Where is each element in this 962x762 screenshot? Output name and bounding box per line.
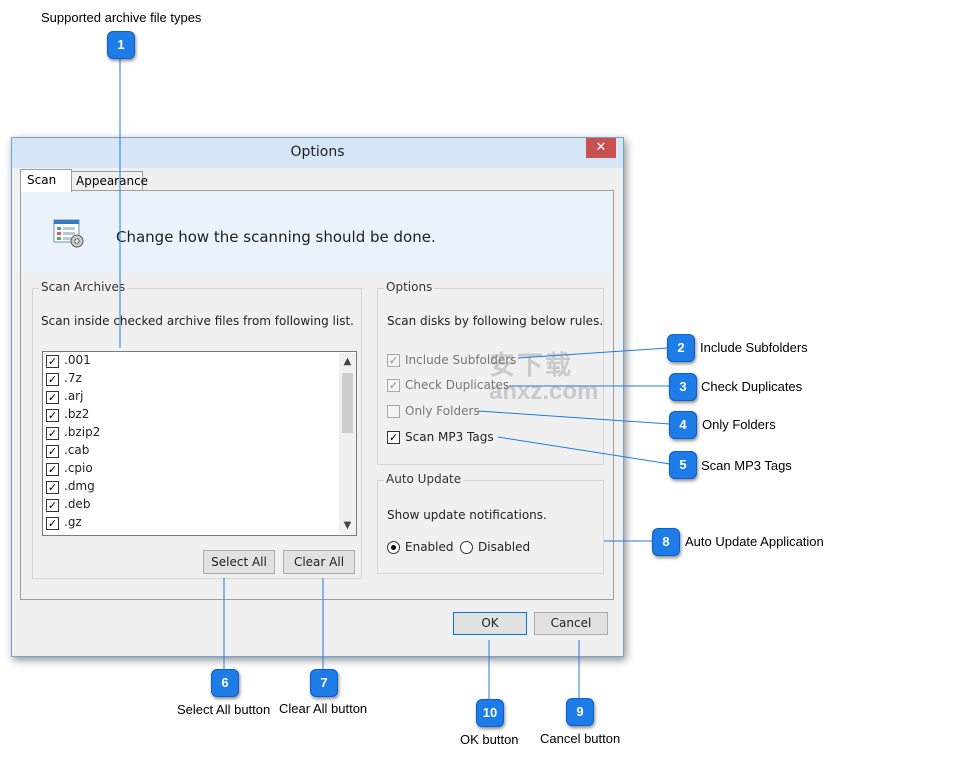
auto-update-group: Auto Update Show update notifications. E… [377, 472, 604, 574]
callout-badge-5: 5 [669, 451, 697, 479]
disabled-label: Disabled [478, 540, 531, 554]
checkbox-cpio[interactable]: ✓ [46, 463, 59, 476]
annotation-archive-types: Supported archive file types [41, 10, 202, 25]
list-item-label: .7z [64, 371, 82, 385]
title-bar[interactable]: Options ✕ [12, 138, 623, 168]
list-item-label: .arj [64, 389, 84, 403]
scroll-thumb[interactable] [342, 373, 353, 433]
annotation-scan-mp3-tags: Scan MP3 Tags [701, 458, 792, 473]
scan-archives-description: Scan inside checked archive files from f… [41, 314, 354, 328]
only-folders-label: Only Folders [405, 404, 480, 418]
list-scrollbar[interactable]: ▲ ▼ [339, 353, 356, 534]
auto-update-description: Show update notifications. [387, 508, 547, 522]
checkbox-dmg[interactable]: ✓ [46, 481, 59, 494]
callout-badge-1: 1 [107, 31, 135, 59]
annotation-check-duplicates: Check Duplicates [701, 379, 803, 394]
select-all-button[interactable]: Select All [203, 550, 275, 574]
close-button[interactable]: ✕ [586, 138, 616, 158]
watermark-bottom-text: anxz.com [489, 378, 599, 405]
checkbox-arj[interactable]: ✓ [46, 391, 59, 404]
enabled-label: Enabled [405, 540, 454, 554]
options-description: Scan disks by following below rules. [387, 314, 604, 328]
callout-badge-2: 2 [667, 334, 695, 362]
scroll-up-icon[interactable]: ▲ [339, 353, 356, 370]
list-item-label: .bz2 [64, 407, 90, 421]
tab-appearance-label: Appearance [76, 174, 149, 188]
list-item-label: .cab [64, 443, 90, 457]
annotation-include-subfolders: Include Subfolders [700, 340, 808, 355]
list-item-label: .001 [64, 353, 91, 367]
checkbox-7z[interactable]: ✓ [46, 373, 59, 386]
disabled-radio[interactable] [460, 541, 473, 554]
annotation-cancel: Cancel button [540, 731, 621, 746]
banner: Change how the scanning should be done. [22, 192, 612, 273]
list-item-label: .dmg [64, 479, 95, 493]
annotation-ok: OK button [460, 732, 519, 747]
settings-list-icon [53, 219, 84, 248]
callout-badge-4: 4 [669, 411, 697, 439]
only-folders-checkbox[interactable] [387, 405, 400, 418]
checkbox-bzip2[interactable]: ✓ [46, 427, 59, 440]
list-item-label: .cpio [64, 461, 93, 475]
window-title: Options [290, 144, 345, 160]
callout-badge-10: 10 [476, 699, 504, 727]
watermark-top-text: 安下载 [489, 350, 574, 380]
callout-badge-9: 9 [566, 698, 594, 726]
banner-text: Change how the scanning should be done. [116, 228, 436, 246]
check-duplicates-checkbox[interactable]: ✓ [387, 379, 400, 392]
checkbox-001[interactable]: ✓ [46, 355, 59, 368]
tab-scan-label: Scan [27, 173, 57, 187]
list-item-label: .bzip2 [64, 425, 101, 439]
callout-badge-3: 3 [669, 373, 697, 401]
list-item-label: .gz [64, 515, 82, 529]
cancel-button[interactable]: Cancel [534, 612, 608, 635]
scan-mp3-tags-label: Scan MP3 Tags [405, 430, 494, 444]
watermark: 安下载 anxz.com [489, 345, 598, 406]
callout-badge-7: 7 [310, 669, 338, 697]
checkbox-deb[interactable]: ✓ [46, 499, 59, 512]
include-subfolders-checkbox[interactable]: ✓ [387, 354, 400, 367]
archive-types-list[interactable]: ✓ .001 ✓ .7z ✓ .arj ✓ .bz2 ✓ .bzip2 ✓ .cab ✓ .c… [42, 351, 357, 536]
annotation-select-all: Select All button [177, 702, 271, 717]
enabled-radio[interactable] [387, 541, 400, 554]
scan-archives-group: Scan Archives Scan inside checked archiv… [32, 280, 362, 579]
options-title: Options [384, 280, 435, 294]
scroll-down-icon[interactable]: ▼ [339, 517, 356, 534]
tab-scan[interactable]: Scan [20, 169, 72, 192]
checkbox-gz[interactable]: ✓ [46, 517, 59, 530]
ok-button[interactable]: OK [453, 612, 527, 635]
checkbox-cab[interactable]: ✓ [46, 445, 59, 458]
annotation-clear-all: Clear All button [279, 701, 368, 716]
list-item-label: .deb [64, 497, 91, 511]
clear-all-button[interactable]: Clear All [283, 550, 355, 574]
callout-badge-8: 8 [652, 528, 680, 556]
checkbox-bz2[interactable]: ✓ [46, 409, 59, 422]
annotation-auto-update: Auto Update Application [685, 534, 824, 549]
scan-archives-title: Scan Archives [39, 280, 128, 294]
auto-update-title: Auto Update [384, 472, 464, 486]
annotation-only-folders: Only Folders [702, 417, 776, 432]
close-icon: ✕ [595, 140, 607, 155]
callout-badge-6: 6 [211, 669, 239, 697]
scan-mp3-tags-checkbox[interactable]: ✓ [387, 431, 400, 444]
tab-appearance[interactable]: Appearance [71, 171, 148, 191]
